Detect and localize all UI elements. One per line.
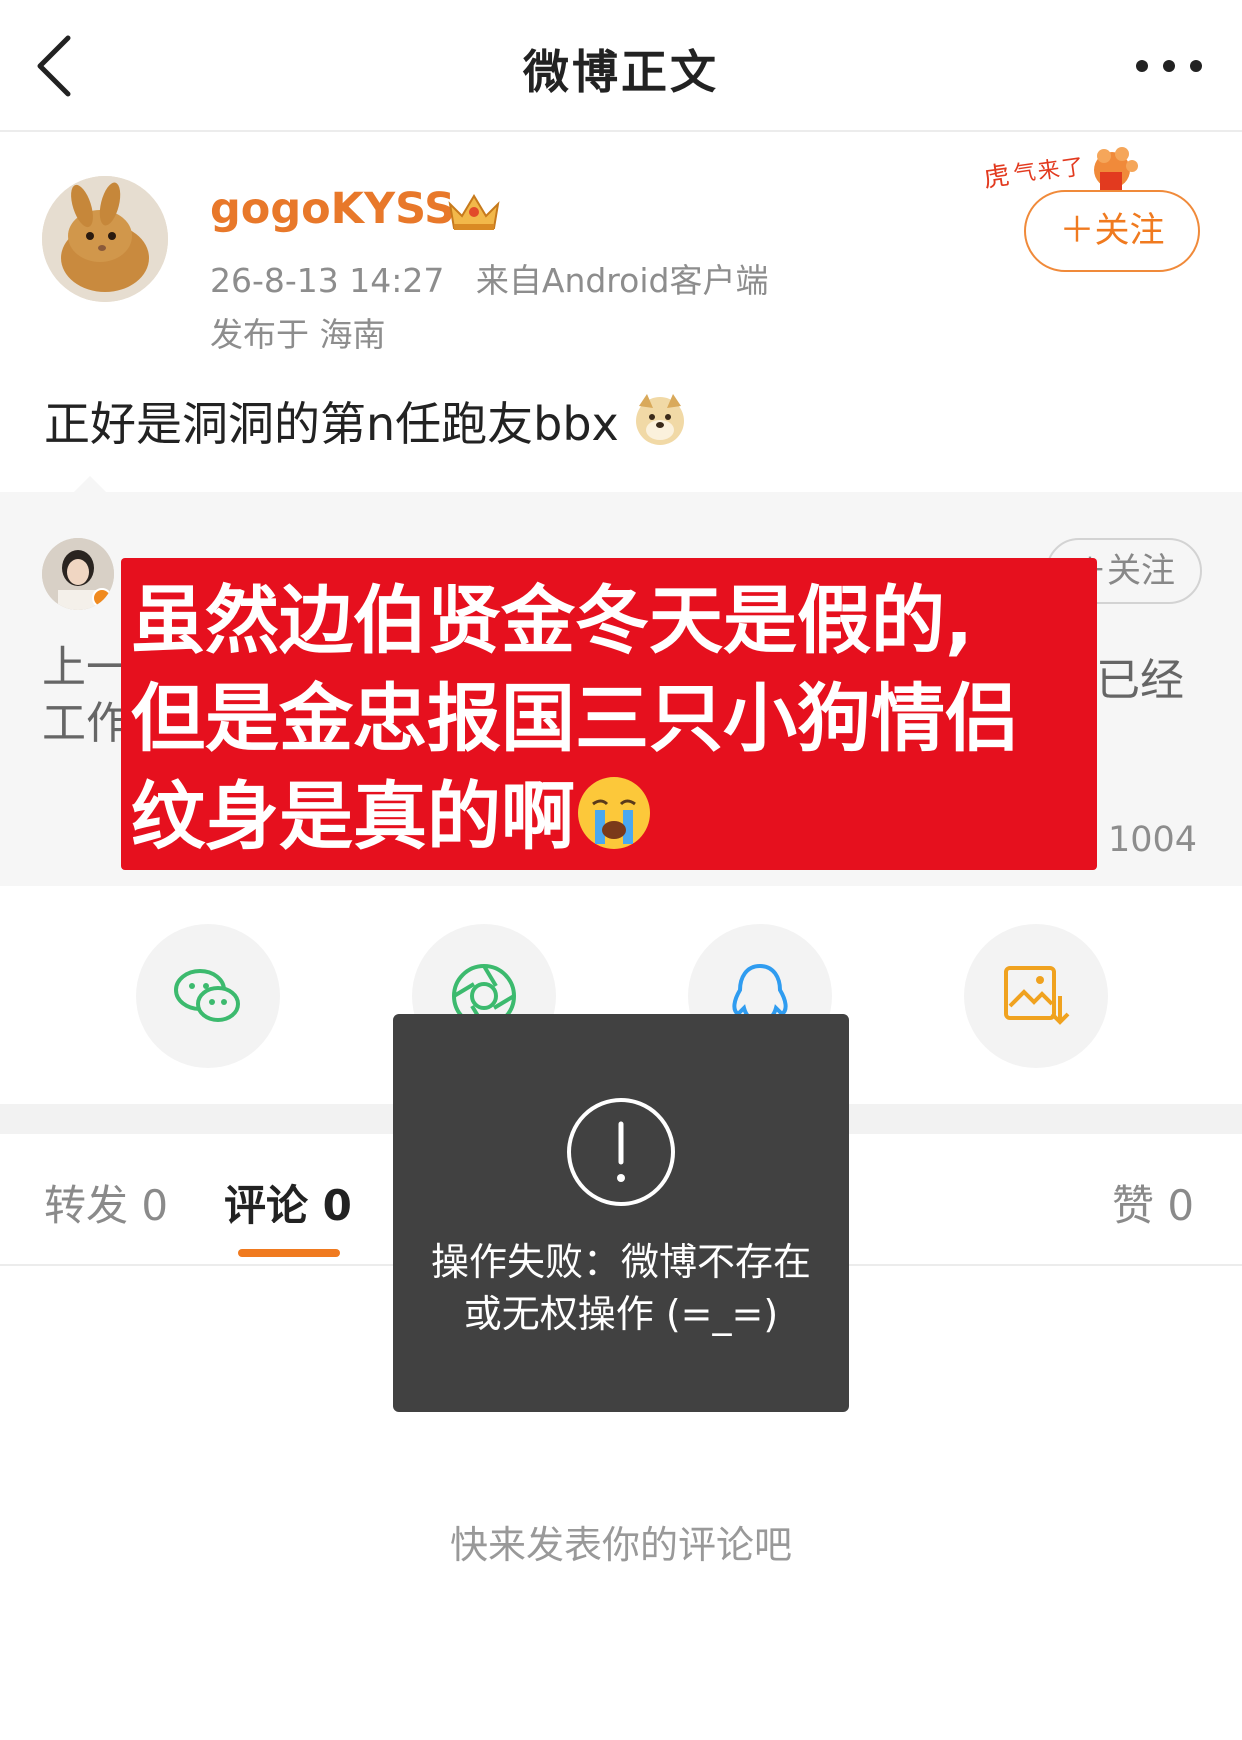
wechat-icon xyxy=(174,969,240,1022)
quoted-text-line-1: 上一 xyxy=(42,642,130,693)
caption-line-3: 纹身是真的啊 xyxy=(131,768,1097,866)
toast-message: 操作失败：微博不存在或无权操作 (=_=) xyxy=(430,1240,811,1336)
save-image-button[interactable] xyxy=(964,924,1108,1068)
username[interactable]: gogoKYSS xyxy=(210,184,455,234)
svg-text:来: 来 xyxy=(1036,157,1061,185)
more-options-icon[interactable] xyxy=(1134,54,1204,78)
crying-emoji-icon xyxy=(578,777,650,849)
tab-repost[interactable]: 转发 0 xyxy=(44,1172,168,1233)
svg-text:了: 了 xyxy=(1060,155,1085,183)
caption-line-1: 虽然边伯贤金冬天是假的, xyxy=(131,578,974,664)
quoted-text-line-2: 工作 xyxy=(42,698,130,749)
bunny-avatar-image xyxy=(42,176,168,302)
nav-bar: 微博正文 xyxy=(0,0,1242,132)
post-timestamp: 26-8-13 14:27 xyxy=(210,261,445,300)
page-title: 微博正文 xyxy=(523,45,719,99)
caption-line-3-text: 纹身是真的啊 xyxy=(131,774,575,860)
festive-sticker-icon: 虎 气 来 了 xyxy=(982,147,1138,194)
follow-button[interactable]: ＋关注 xyxy=(1024,190,1200,272)
doge-emoji-icon xyxy=(636,394,685,445)
post-text-content: 正好是洞洞的第n任跑友bbx xyxy=(44,397,619,451)
share-wechat-button[interactable] xyxy=(136,924,280,1068)
red-caption-overlay: 虽然边伯贤金冬天是假的, 但是金忠报国三只小狗情侣 纹身是真的啊 xyxy=(121,558,1097,870)
svg-text:虎: 虎 xyxy=(982,161,1012,194)
post-text: 正好是洞洞的第n任跑友bbx xyxy=(44,388,687,454)
quoted-post-text: 上一 工作 xyxy=(42,640,130,752)
post-source: 来自Android客户端 xyxy=(475,261,769,300)
save-image-icon xyxy=(1004,966,1070,1025)
post-location: 发布于 海南 xyxy=(210,315,386,354)
empty-comments-hint[interactable]: 快来发表你的评论吧 xyxy=(0,1514,1242,1569)
error-toast: 操作失败：微博不存在或无权操作 (=_=) xyxy=(393,1014,849,1412)
caption-line-2: 但是金忠报国三只小狗情侣 xyxy=(131,676,1019,762)
user-avatar[interactable] xyxy=(42,176,168,302)
quoted-user-avatar[interactable] xyxy=(42,538,114,610)
quoted-avatar-image xyxy=(42,538,114,610)
tab-like[interactable]: 赞 0 xyxy=(1112,1172,1194,1233)
svg-text:气: 气 xyxy=(1012,160,1037,188)
vip-crown-icon xyxy=(448,194,500,230)
tab-comment[interactable]: 评论 0 xyxy=(224,1172,352,1233)
quoted-like-count: 1004 xyxy=(1108,820,1198,860)
post-meta: 26-8-13 14:27 来自Android客户端 xyxy=(210,254,768,302)
active-tab-indicator xyxy=(238,1249,340,1257)
quoted-text-right: 已经 xyxy=(1096,655,1184,706)
alert-icon xyxy=(567,1098,675,1206)
